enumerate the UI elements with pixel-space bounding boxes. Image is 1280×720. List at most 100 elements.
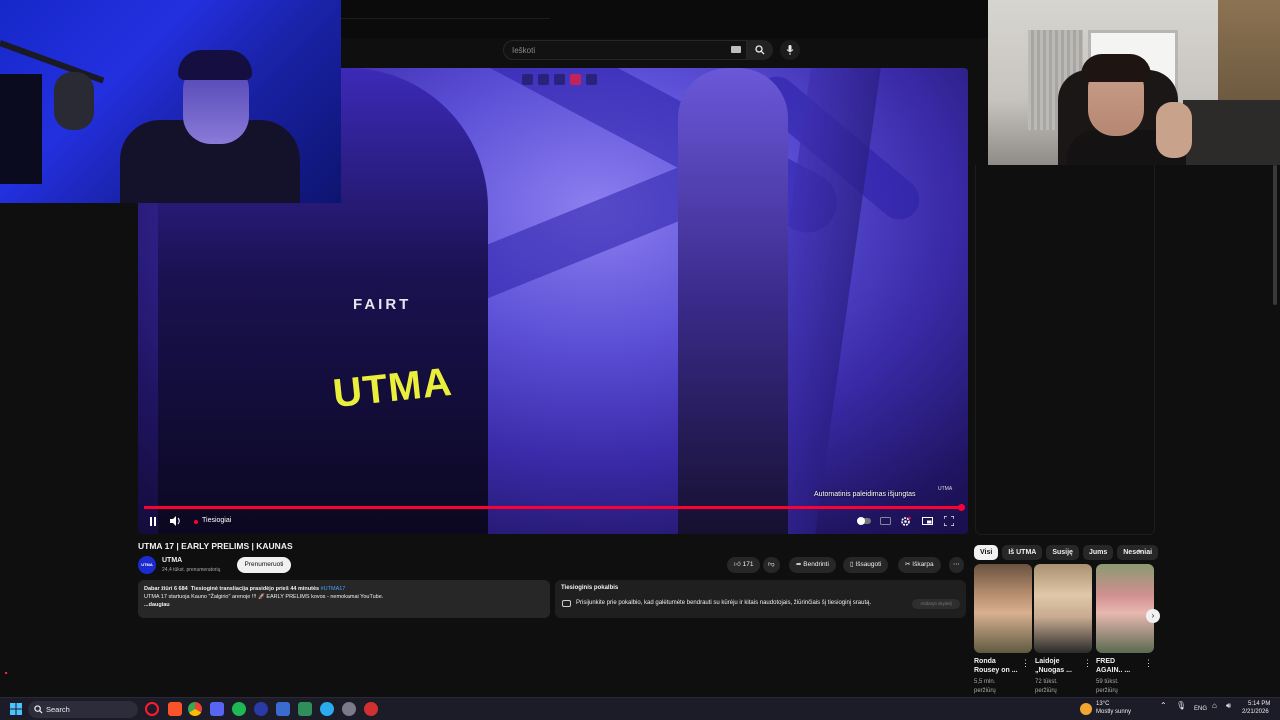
channel-watermark[interactable]: UTMA <box>938 486 952 492</box>
close-icon[interactable] <box>586 74 597 85</box>
subscribe-button[interactable]: Prenumeruoti <box>237 557 291 573</box>
save-button[interactable]: ▯ Išsaugoti <box>843 557 889 573</box>
video-thumbnail[interactable] <box>1096 564 1154 653</box>
microphone <box>54 72 94 130</box>
share-button[interactable]: ➦ Bendrinti <box>789 557 836 573</box>
video-meta: 72 tūkst. peržiūrų <box>1035 679 1058 694</box>
autoplay-toggle[interactable] <box>856 514 872 528</box>
crop-icon[interactable] <box>522 74 533 85</box>
settings-icon[interactable] <box>342 702 356 716</box>
progress-bar[interactable] <box>144 504 965 511</box>
chevron-up-icon[interactable]: ⌃ <box>1160 701 1167 710</box>
chip-from-utma[interactable]: Iš UTMA <box>1002 545 1043 560</box>
live-chat-panel: Tiesioginis pokalbis Prisijunkite prie p… <box>555 580 966 618</box>
taskbar-search[interactable]: Search <box>28 701 138 718</box>
spreadsheet-icon[interactable] <box>298 702 312 716</box>
video-title[interactable]: Laidoje „Nuogas ... <box>1035 657 1081 675</box>
thumbs-up-icon: 👍︎ <box>734 561 741 568</box>
bookmark-icon: ▯ <box>850 561 854 568</box>
chat-icon <box>562 600 571 607</box>
subscriber-count: 24,4 tūkst. prenumeratorių <box>162 567 221 573</box>
chip-all[interactable]: Visi <box>974 545 999 560</box>
pause-button[interactable] <box>146 514 160 528</box>
chevron-right-icon[interactable]: › <box>1146 609 1160 623</box>
chevron-right-icon[interactable]: › <box>1138 546 1150 560</box>
autoplay-tooltip: Automatinis paleidimas išjungtas <box>814 491 916 498</box>
video-thumbnail[interactable] <box>974 564 1032 653</box>
weather-temp[interactable]: 13°C <box>1096 701 1109 707</box>
video-title: UTMA 17 | EARLY PRELIMS | KAUNAS <box>138 541 293 551</box>
miniplayer-icon <box>921 517 933 525</box>
network-icon[interactable]: ⌂ <box>1212 701 1217 710</box>
shorts-brand: FAIRT <box>353 296 412 313</box>
pause-icon[interactable] <box>554 74 565 85</box>
record-icon[interactable] <box>570 74 581 85</box>
opera-icon[interactable] <box>145 702 159 716</box>
more-vertical-icon[interactable]: ⋮ <box>1083 658 1092 669</box>
more-vertical-icon[interactable]: ⋮ <box>1021 658 1030 669</box>
fullscreen-icon <box>944 516 954 526</box>
spotify-icon[interactable] <box>232 702 246 716</box>
chip-for-you[interactable]: Jums <box>1082 545 1114 560</box>
page-scrollbar[interactable] <box>1273 165 1277 305</box>
search-input[interactable]: Ieškoti <box>503 40 747 60</box>
video-title[interactable]: FRED AGAIN.. ... <box>1096 657 1142 675</box>
clip-button[interactable]: ✂ Iškarpa <box>898 557 941 573</box>
brave-icon[interactable] <box>168 702 182 716</box>
channel-avatar[interactable]: UTMA <box>138 556 156 574</box>
like-button[interactable]: 👍︎ 171 <box>727 557 761 573</box>
captions-icon <box>879 517 891 525</box>
divider <box>340 18 550 19</box>
weather-icon[interactable] <box>1080 703 1092 715</box>
volume-button[interactable] <box>168 514 184 528</box>
live-chat-title: Tiesioginis pokalbis <box>561 585 619 591</box>
more-vertical-icon[interactable]: ⋮ <box>1144 658 1153 669</box>
keyboard-icon[interactable] <box>731 46 741 53</box>
voice-search-button[interactable] <box>780 40 800 60</box>
telegram-icon[interactable] <box>320 702 334 716</box>
scrubber-handle[interactable] <box>958 504 965 511</box>
app-icon[interactable] <box>276 702 290 716</box>
notification-badge: ■ <box>5 670 8 675</box>
microphone-icon <box>786 45 794 55</box>
show-more-link[interactable]: ...daugiau <box>144 601 544 609</box>
search-button[interactable] <box>747 40 773 60</box>
webcam-right <box>988 0 1280 165</box>
more-horizontal-icon: ⋯ <box>953 561 960 568</box>
secondary-panel <box>975 165 1155 535</box>
weather-desc[interactable]: Mostly sunny <box>1096 709 1131 715</box>
clock-date[interactable]: 2/21/2026 <box>1242 709 1269 715</box>
settings-button[interactable] <box>898 514 912 528</box>
search-icon <box>755 45 765 55</box>
chip-related[interactable]: Susiję <box>1046 545 1079 560</box>
video-title[interactable]: Ronda Rousey on ... <box>974 657 1020 675</box>
video-thumbnail[interactable] <box>1034 564 1092 653</box>
webcam-left <box>0 0 341 203</box>
filter-chips: Visi Iš UTMA Susiję Jums Neseniai <box>974 545 1159 561</box>
speaker-icon[interactable]: 🔊︎ <box>1226 701 1231 711</box>
live-label[interactable]: Tiesiogiai <box>202 517 231 524</box>
fighter-right <box>678 68 788 534</box>
microphone-icon[interactable]: 🎙︎ <box>1176 701 1186 710</box>
language-indicator[interactable]: ENG <box>1194 706 1207 712</box>
discord-icon[interactable] <box>210 702 224 716</box>
volume-icon <box>170 516 180 526</box>
expand-icon[interactable] <box>538 74 549 85</box>
chrome-icon[interactable] <box>188 702 202 716</box>
windows-start-icon[interactable] <box>9 702 23 716</box>
dislike-button[interactable]: 👎︎ <box>763 557 780 573</box>
channel-name[interactable]: UTMA <box>162 557 182 564</box>
more-actions-button[interactable]: ⋯ <box>949 557 964 573</box>
description-box[interactable]: Dabar žiūri 6 684 Tiesioginė transliacij… <box>138 580 550 618</box>
fullscreen-button[interactable] <box>942 514 956 528</box>
miniplayer-button[interactable] <box>920 514 934 528</box>
app-icon[interactable] <box>254 702 268 716</box>
open-chat-button[interactable]: Atidaryti skydelį <box>912 599 960 609</box>
clock-time[interactable]: 5:14 PM <box>1248 701 1270 707</box>
taskbar: Search 13°C Mostly sunny ⌃ 🎙︎ ENG ⌂ 🔊︎ 5… <box>0 697 1280 720</box>
app-icon[interactable] <box>364 702 378 716</box>
share-icon: ➦ <box>796 561 802 568</box>
gear-icon <box>900 516 911 526</box>
captions-button[interactable] <box>878 514 892 528</box>
scissors-icon: ✂ <box>905 561 911 568</box>
